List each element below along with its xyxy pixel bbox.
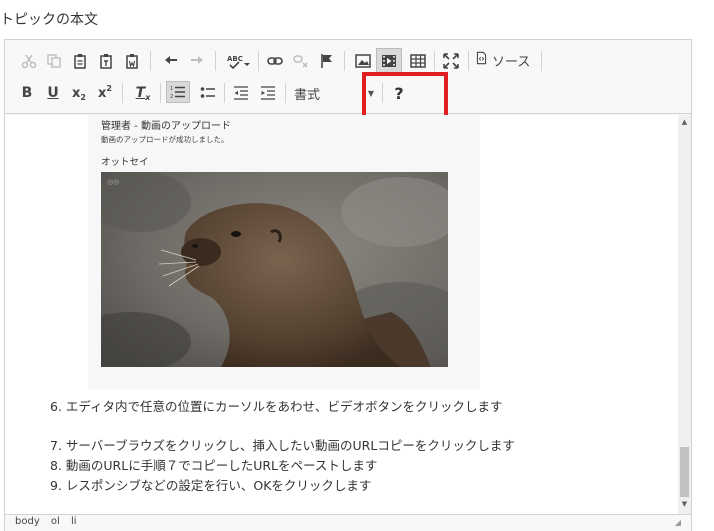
cut-icon[interactable] xyxy=(17,50,41,72)
embed-title: 管理者 - 動画のアップロード xyxy=(101,121,231,132)
numbered-list-icon[interactable]: 12 xyxy=(166,81,190,103)
embed-name: オットセイ xyxy=(101,157,149,168)
toolbar-separator xyxy=(468,51,469,71)
toolbar-separator xyxy=(541,51,542,71)
paste-icon[interactable] xyxy=(68,50,92,72)
outdent-icon[interactable] xyxy=(229,82,253,104)
scroll-thumb[interactable] xyxy=(680,447,689,497)
unlink-icon[interactable] xyxy=(289,50,313,72)
toolbar-separator xyxy=(434,51,435,71)
toolbar-separator xyxy=(150,51,151,71)
redo-icon[interactable] xyxy=(185,50,209,72)
list-item: 8. 動画のURLに手順７でコピーしたURLをペーストします xyxy=(50,458,378,473)
anchor-flag-icon[interactable] xyxy=(315,50,339,72)
vertical-scrollbar[interactable]: ▲ ▼ xyxy=(678,115,691,514)
svg-text:◎◎: ◎◎ xyxy=(107,178,119,186)
toolbar-separator xyxy=(344,51,345,71)
toolbar-separator xyxy=(224,83,225,103)
toolbar-separator xyxy=(215,51,216,71)
subscript-button[interactable]: x2 xyxy=(67,82,91,104)
empty-line xyxy=(50,417,515,436)
format-dropdown[interactable]: 書式 ▼ xyxy=(290,82,378,104)
table-icon[interactable] xyxy=(406,50,430,72)
subscript-label: x xyxy=(72,85,81,101)
source-file-icon xyxy=(475,51,488,69)
scroll-down-icon[interactable]: ▼ xyxy=(678,500,691,510)
remove-format-button[interactable]: Tx xyxy=(131,82,155,104)
rich-text-editor: ABC ソース B U x 2 x 2 T x 1 2 書式 ▼ ? 管理者 -… xyxy=(4,39,692,531)
embed-message: 動画のアップロードが成功しました。 xyxy=(101,135,229,144)
chevron-down-icon: ▼ xyxy=(367,88,374,98)
bulleted-list-icon[interactable] xyxy=(196,82,220,104)
underline-button[interactable]: U xyxy=(41,82,65,104)
superscript-label: x xyxy=(98,85,107,101)
svg-text:ABC: ABC xyxy=(227,55,243,63)
image-icon[interactable] xyxy=(351,50,375,72)
paste-word-icon[interactable] xyxy=(120,50,144,72)
source-button[interactable]: ソース xyxy=(475,49,530,71)
maximize-icon[interactable] xyxy=(439,50,463,72)
spellcheck-icon[interactable]: ABC xyxy=(223,50,255,72)
svg-text:1: 1 xyxy=(170,86,173,92)
superscript-button[interactable]: x2 xyxy=(93,82,117,104)
list-item: 6. エディタ内で任意の位置にカーソルをあわせ、ビデオボタンをクリックします xyxy=(50,399,503,414)
fur-seal-image: ◎◎ xyxy=(101,172,448,367)
copy-icon[interactable] xyxy=(42,50,66,72)
paste-text-icon[interactable] xyxy=(94,50,118,72)
link-icon[interactable] xyxy=(263,50,287,72)
format-label: 書式 xyxy=(294,87,321,103)
toolbar-separator xyxy=(258,51,259,71)
field-label: トピックの本文 xyxy=(0,12,98,28)
path-item[interactable]: li xyxy=(71,516,77,527)
toolbar-separator xyxy=(285,83,286,103)
bold-button[interactable]: B xyxy=(15,82,39,104)
path-item[interactable]: ol xyxy=(51,516,60,527)
list-item: 9. レスポンシブなどの設定を行い、OKをクリックします xyxy=(50,478,372,493)
path-item[interactable]: body xyxy=(15,516,40,527)
source-label: ソース xyxy=(492,54,531,70)
video-embed-card: 管理者 - 動画のアップロード 動画のアップロードが成功しました。 オットセイ xyxy=(88,115,480,389)
editor-toolbar: ABC ソース B U x 2 x 2 T x 1 2 書式 ▼ ? xyxy=(5,40,691,114)
help-button[interactable]: ? xyxy=(387,82,411,104)
video-icon[interactable] xyxy=(376,48,402,74)
video-thumbnail[interactable]: ◎◎ xyxy=(101,172,448,367)
list-item: 7. サーバーブラウズをクリックし、挿入したい動画のURLコピーをクリックします xyxy=(50,438,515,453)
step-list: 6. エディタ内で任意の位置にカーソルをあわせ、ビデオボタンをクリックします 7… xyxy=(50,397,515,496)
scroll-up-icon[interactable]: ▲ xyxy=(678,118,691,128)
svg-text:2: 2 xyxy=(170,94,173,100)
toolbar-separator xyxy=(160,83,161,103)
undo-icon[interactable] xyxy=(159,50,183,72)
editor-content-area[interactable]: 管理者 - 動画のアップロード 動画のアップロードが成功しました。 オットセイ xyxy=(5,115,678,514)
remove-format-label: T xyxy=(135,85,146,101)
toolbar-separator xyxy=(382,83,383,103)
element-path-bar: body ol li ◢ xyxy=(5,514,691,531)
resize-handle-icon[interactable]: ◢ xyxy=(675,516,681,530)
toolbar-separator xyxy=(122,83,123,103)
indent-icon[interactable] xyxy=(256,82,280,104)
